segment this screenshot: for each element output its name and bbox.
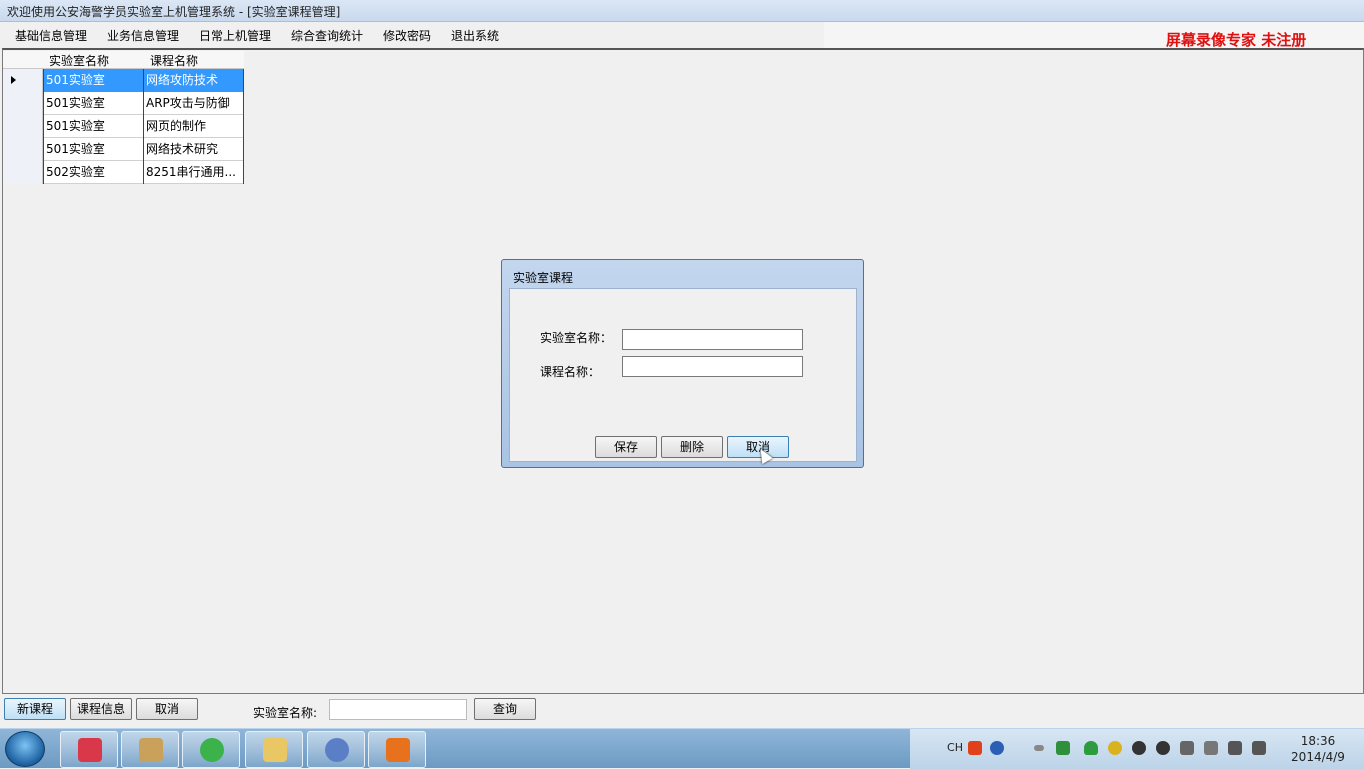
bottom-cancel-button[interactable]: 取消 <box>136 698 198 720</box>
table-row[interactable]: 501实验室 网络攻防技术 <box>3 69 244 92</box>
row-header[interactable] <box>3 161 43 184</box>
cell-lab-name[interactable]: 501实验室 <box>43 69 144 92</box>
row-header[interactable] <box>3 92 43 115</box>
security-plus-icon[interactable] <box>1108 741 1122 755</box>
column-lab-name[interactable]: 实验室名称 <box>49 52 109 69</box>
dialog-body: 实验室名称： 课程名称： 保存 删除 取消 <box>509 288 857 462</box>
action-center-flag-icon[interactable] <box>1180 741 1194 755</box>
taskbar-app-1[interactable] <box>60 731 118 768</box>
menu-daily-session[interactable]: 日常上机管理 <box>199 27 271 44</box>
table-row[interactable]: 501实验室 网络技术研究 <box>3 138 244 161</box>
lab-name-label: 实验室名称： <box>540 331 613 345</box>
lab-name-field[interactable] <box>622 329 803 350</box>
delete-button[interactable]: 删除 <box>661 436 723 458</box>
taskbar-app-5[interactable] <box>307 731 365 768</box>
course-name-field[interactable] <box>622 356 803 377</box>
menu-basic-info[interactable]: 基础信息管理 <box>15 27 87 44</box>
new-course-button[interactable]: 新课程 <box>4 698 66 720</box>
course-info-button[interactable]: 课程信息 <box>70 698 132 720</box>
query-button[interactable]: 查询 <box>474 698 536 720</box>
table-row[interactable]: 501实验室 网页的制作 <box>3 115 244 138</box>
ime-indicator[interactable]: CH <box>946 741 964 755</box>
lab-course-dialog: 实验室课程 实验室名称： 课程名称： 保存 删除 取消 <box>501 259 864 468</box>
menu-query-stats[interactable]: 综合查询统计 <box>291 27 363 44</box>
cell-lab-name[interactable]: 501实验室 <box>43 138 144 161</box>
recorder-watermark: 屏幕录像专家 未注册 <box>1166 31 1307 49</box>
help-icon[interactable] <box>990 741 1004 755</box>
cell-course-name[interactable]: 网络技术研究 <box>144 138 244 161</box>
network-signal-icon[interactable] <box>1228 741 1242 755</box>
cell-lab-name[interactable]: 502实验室 <box>43 161 144 184</box>
cell-lab-name[interactable]: 501实验室 <box>43 92 144 115</box>
clock-date: 2014/4/9 <box>1291 750 1345 764</box>
clock-time: 18:36 <box>1300 734 1336 748</box>
qq-icon[interactable] <box>1156 741 1170 755</box>
taskbar-app-4[interactable] <box>245 731 303 768</box>
system-tray: CH 18:36 2014/4/9 <box>910 729 1364 769</box>
menu-exit[interactable]: 退出系统 <box>451 27 499 44</box>
table-row[interactable]: 502实验室 8251串行通用... <box>3 161 244 184</box>
current-row-arrow-icon <box>11 76 16 84</box>
row-header[interactable] <box>3 138 43 161</box>
qq-icon[interactable] <box>1132 741 1146 755</box>
bottom-toolbar: 新课程 课程信息 取消 实验室名称: 查询 <box>0 694 1364 728</box>
menu-bar: 基础信息管理 业务信息管理 日常上机管理 综合查询统计 修改密码 退出系统 屏幕… <box>0 22 1364 49</box>
browser-icon <box>200 738 224 762</box>
table-row[interactable]: 501实验室 ARP攻击与防御 <box>3 92 244 115</box>
save-button[interactable]: 保存 <box>595 436 657 458</box>
app-window-icon <box>386 738 410 762</box>
dialog-title: 实验室课程 <box>513 271 574 285</box>
folder-icon <box>263 738 287 762</box>
search-lab-label: 实验室名称: <box>253 706 318 720</box>
windows-taskbar: CH 18:36 2014/4/9 <box>0 728 1364 769</box>
security-shield-icon[interactable] <box>1084 741 1098 755</box>
start-button-icon[interactable] <box>5 731 45 767</box>
volume-icon[interactable] <box>1252 741 1266 755</box>
sogou-input-icon[interactable] <box>968 741 982 755</box>
window-title: 欢迎使用公安海警学员实验室上机管理系统 - [实验室课程管理] <box>7 5 341 19</box>
taskbar-app-3[interactable] <box>182 731 240 768</box>
cell-course-name[interactable]: ARP攻击与防御 <box>144 92 244 115</box>
show-hidden-icons-icon[interactable] <box>1034 745 1044 751</box>
grid-header: 实验室名称 课程名称 <box>3 51 244 69</box>
menu-strip: 基础信息管理 业务信息管理 日常上机管理 综合查询统计 修改密码 退出系统 <box>0 22 824 48</box>
column-course-name[interactable]: 课程名称 <box>150 52 198 69</box>
visual-studio-icon <box>325 738 349 762</box>
menu-business-info[interactable]: 业务信息管理 <box>107 27 179 44</box>
tools-icon <box>139 738 163 762</box>
taskbar-app-2[interactable] <box>121 731 179 768</box>
cell-course-name[interactable]: 网页的制作 <box>144 115 244 138</box>
taskbar-clock[interactable]: 18:36 2014/4/9 <box>1288 733 1348 765</box>
row-header[interactable] <box>3 115 43 138</box>
cell-course-name[interactable]: 网络攻防技术 <box>144 69 244 92</box>
search-lab-input[interactable] <box>329 699 467 720</box>
taskbar-app-6[interactable] <box>368 731 426 768</box>
row-header[interactable] <box>3 69 43 92</box>
device-icon[interactable] <box>1204 741 1218 755</box>
title-bar: 欢迎使用公安海警学员实验室上机管理系统 - [实验室课程管理] <box>0 0 1364 22</box>
cell-course-name[interactable]: 8251串行通用... <box>144 161 244 184</box>
cell-lab-name[interactable]: 501实验室 <box>43 115 144 138</box>
app-badge-icon <box>78 738 102 762</box>
network-monitor-icon[interactable] <box>1056 741 1070 755</box>
course-name-label: 课程名称： <box>540 365 601 379</box>
menu-change-password[interactable]: 修改密码 <box>383 27 431 44</box>
